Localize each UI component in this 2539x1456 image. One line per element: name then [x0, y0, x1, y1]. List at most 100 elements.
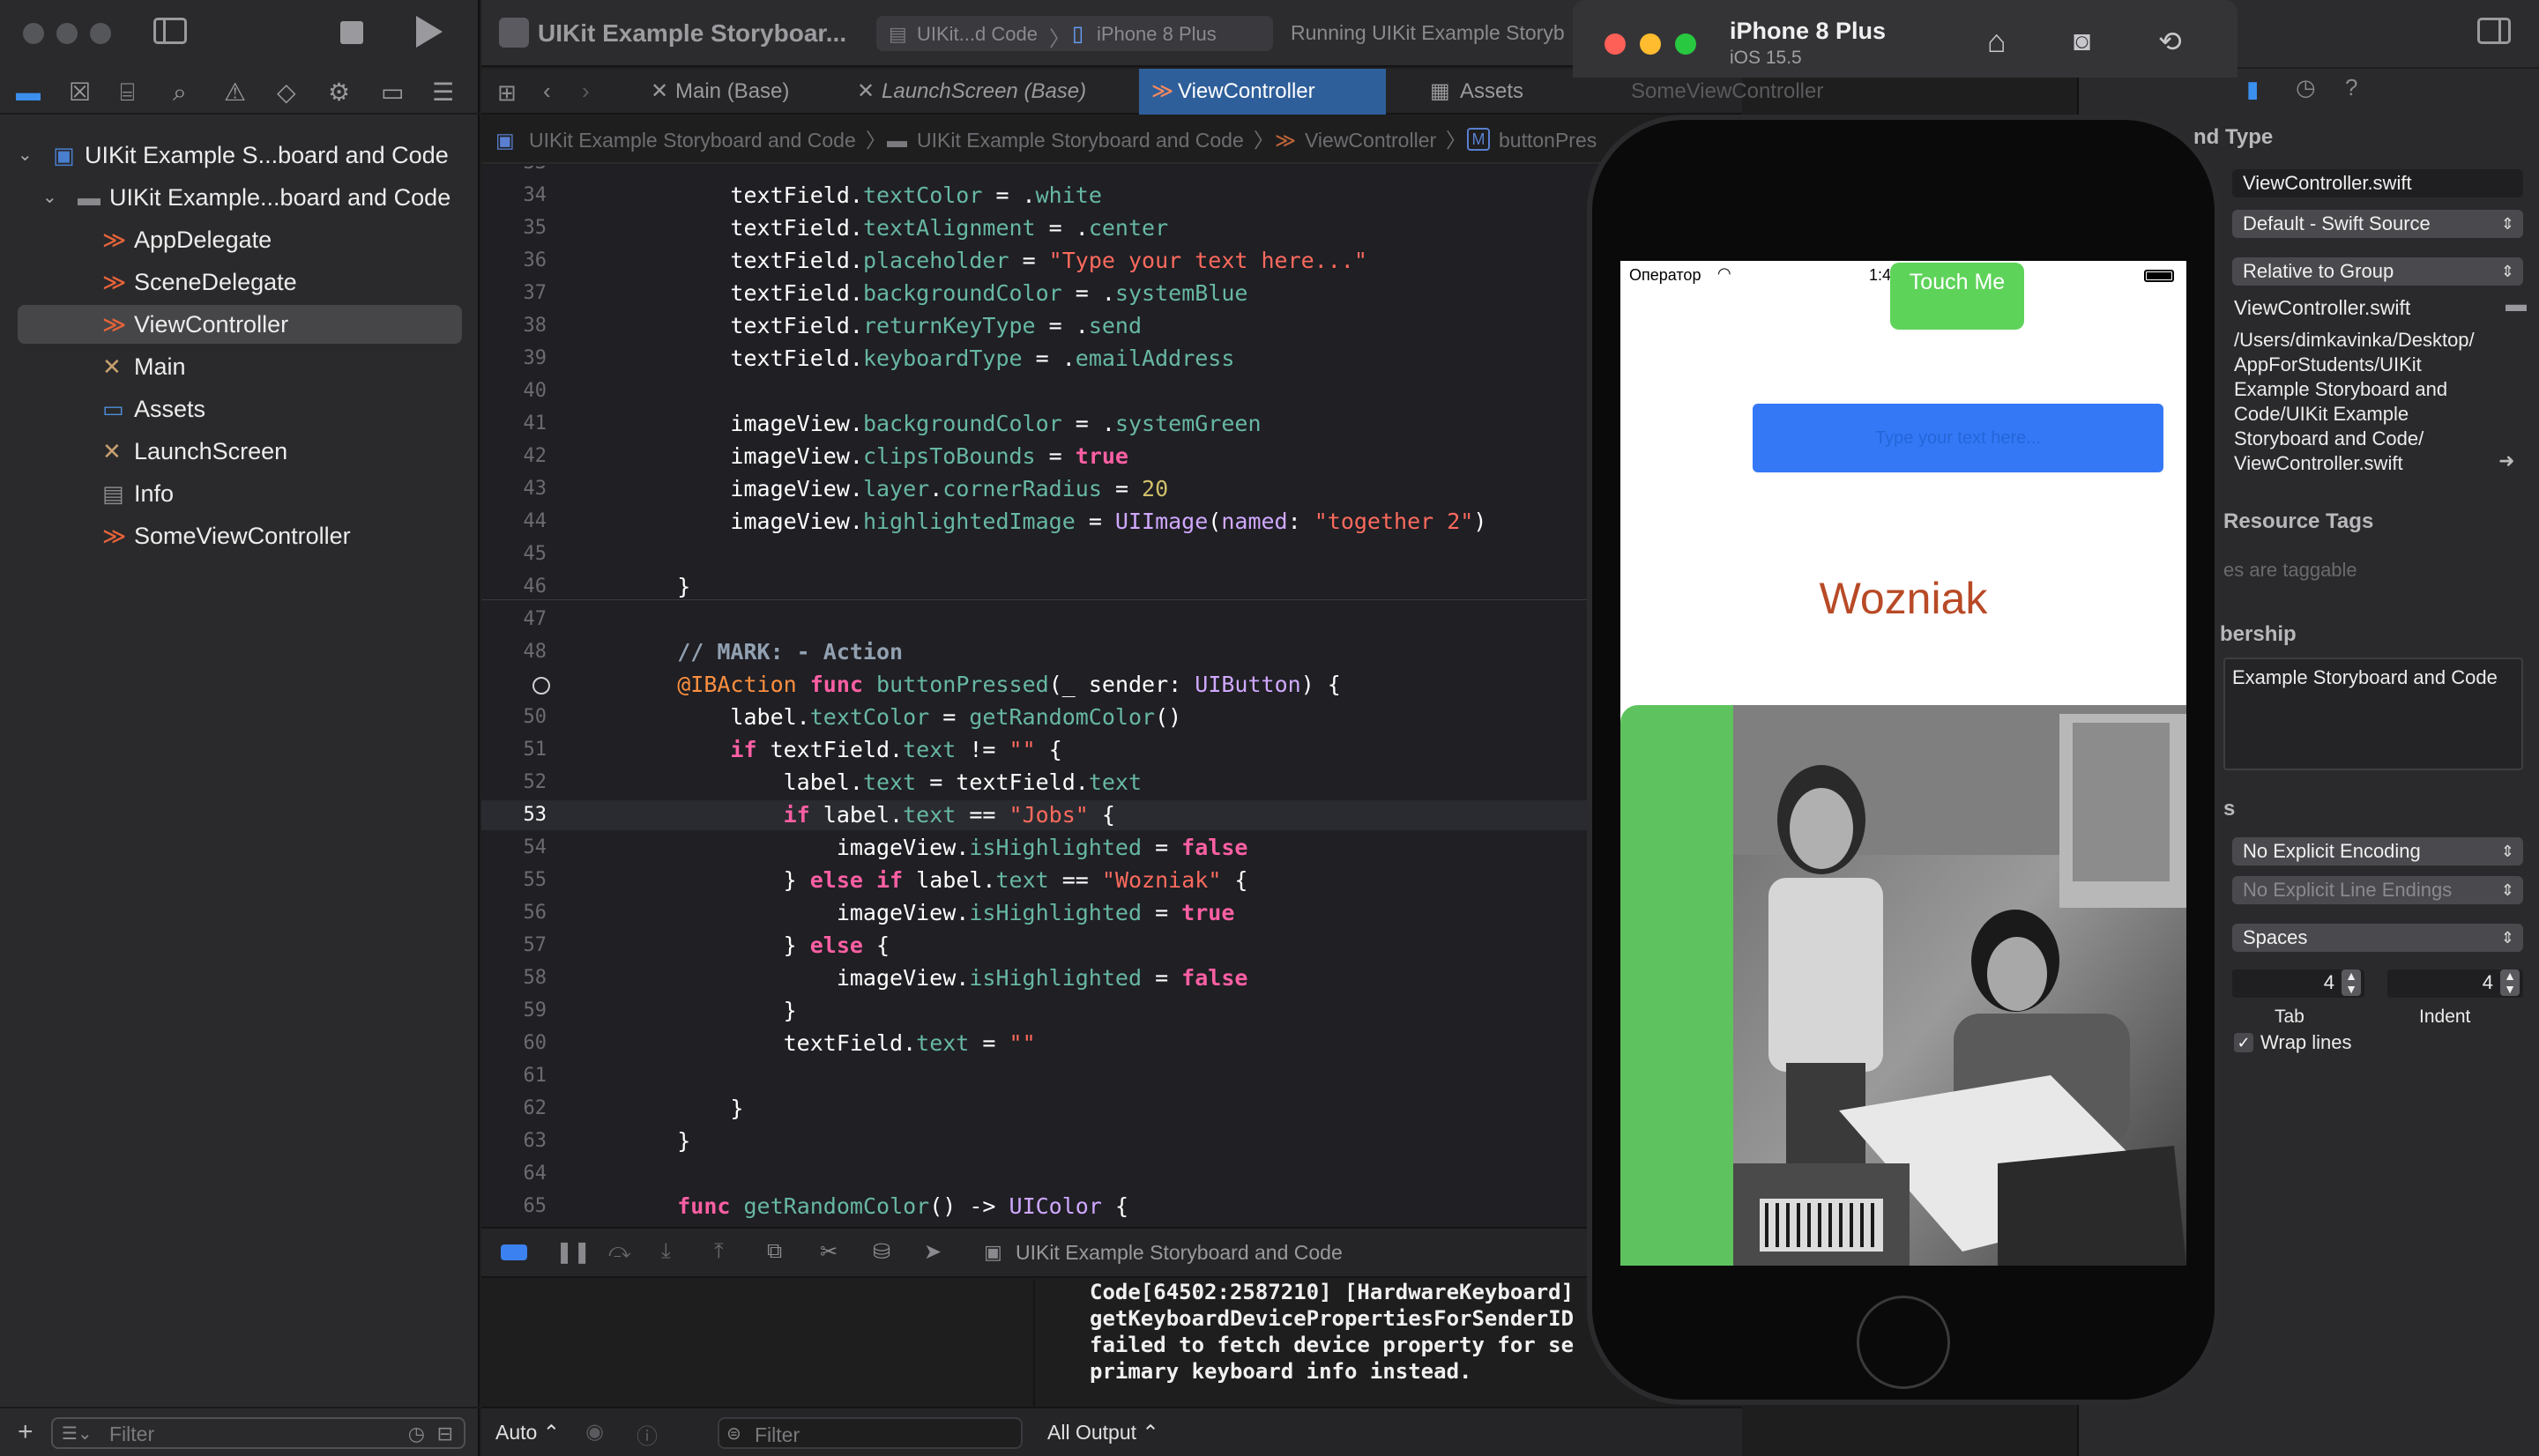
disclosure-chevron-icon[interactable]: ⌄ [42, 178, 57, 217]
line-number[interactable]: 61 [481, 1061, 547, 1091]
code-line[interactable]: 35 textField.textAlignment = .center [481, 213, 1742, 243]
line-number[interactable]: 56 [481, 898, 547, 928]
line-number[interactable]: 64 [481, 1159, 547, 1189]
console-output-select[interactable]: All Output ⌃ [1047, 1421, 1159, 1445]
scheme-selector[interactable]: ▤ UIKit...d Code 〉 ▯ iPhone 8 Plus [876, 16, 1273, 51]
line-number[interactable]: 43 [481, 474, 547, 504]
hide-debug-area-icon[interactable] [501, 1244, 527, 1260]
code-line[interactable]: 54 imageView.isHighlighted = false [481, 833, 1742, 863]
line-number[interactable]: 54 [481, 833, 547, 863]
tab-stepper[interactable]: ▲ ▼ [2342, 969, 2361, 996]
line-number[interactable]: 44 [481, 507, 547, 537]
sidebar-toggle-icon[interactable] [153, 18, 187, 44]
symbol-navigator-icon[interactable]: ⌸ [120, 79, 135, 106]
code-line[interactable]: 62 } [481, 1094, 1742, 1124]
zoom-window-button[interactable] [90, 23, 111, 44]
line-number[interactable]: 38 [481, 311, 547, 341]
home-icon[interactable]: ⌂ [1987, 23, 2007, 60]
close-icon[interactable]: ✕ [857, 69, 875, 115]
tab-viewcontroller[interactable]: ≫ ViewController [1139, 69, 1386, 115]
history-inspector-icon[interactable]: ◷ [2296, 74, 2316, 101]
close-window-button[interactable] [1605, 33, 1626, 55]
tree-item[interactable]: ⌄ ▣ UIKit Example S...board and Code [0, 136, 480, 175]
tree-item[interactable]: ≫ AppDelegate [0, 220, 480, 259]
code-line[interactable]: 40 [481, 376, 1742, 406]
tree-item[interactable]: ≫ SomeViewController [0, 516, 480, 555]
connection-indicator-icon[interactable] [532, 677, 550, 695]
line-number[interactable]: 62 [481, 1094, 547, 1124]
rotate-icon[interactable]: ⟲ [2158, 25, 2182, 58]
navigator-filter-field[interactable]: ☰⌄ Filter ◷ ⊟ [51, 1417, 465, 1449]
code-line[interactable]: 53 if label.text == "Jobs" { [481, 800, 1742, 830]
line-number[interactable]: 40 [481, 376, 547, 406]
source-control-icon[interactable]: ☒ [69, 79, 91, 106]
line-number[interactable]: 35 [481, 213, 547, 243]
line-number[interactable]: 45 [481, 539, 547, 569]
location-icon[interactable]: ➤ [924, 1239, 942, 1265]
test-navigator-icon[interactable]: ◇ [277, 79, 296, 106]
tree-item[interactable]: ⌄ ▬ UIKit Example...board and Code [0, 178, 480, 217]
help-inspector-icon[interactable]: ? [2345, 74, 2357, 101]
code-line[interactable]: 60 textField.text = "" [481, 1029, 1742, 1059]
wrap-lines-checkbox[interactable]: ✓ [2234, 1033, 2253, 1052]
code-line[interactable]: 57 } else { [481, 931, 1742, 961]
source-control-filter-icon[interactable]: ⊟ [437, 1423, 453, 1445]
code-line[interactable]: 51 if textField.text != "" { [481, 735, 1742, 765]
info-icon[interactable]: ⓘ [637, 1419, 658, 1450]
code-line[interactable]: 48 // MARK: - Action [481, 637, 1742, 667]
code-line[interactable]: 50 label.textColor = getRandomColor() [481, 702, 1742, 732]
code-line[interactable]: 44 imageView.highlightedImage = UIImage(… [481, 507, 1742, 537]
back-icon[interactable]: ‹ [543, 78, 551, 105]
breadcrumb-project[interactable]: UIKit Example Storyboard and Code [529, 116, 856, 164]
environment-icon[interactable]: ⛁ [873, 1239, 890, 1265]
reveal-arrow-icon[interactable]: ➜ [2498, 449, 2514, 472]
inspector-toggle-icon[interactable] [2477, 18, 2511, 44]
code-line[interactable]: 43 imageView.layer.cornerRadius = 20 [481, 474, 1742, 504]
add-icon[interactable]: + [18, 1417, 34, 1447]
file-inspector-icon[interactable]: ▮ [2246, 76, 2259, 103]
name-field[interactable]: ViewController.swift [2232, 169, 2523, 197]
grid-icon[interactable]: ⊞ [497, 79, 517, 107]
breadcrumb-method[interactable]: buttonPres [1499, 116, 1597, 164]
variables-scope-select[interactable]: Auto ⌃ [495, 1421, 560, 1445]
minimize-window-button[interactable] [1640, 33, 1661, 55]
code-line[interactable]: 37 textField.backgroundColor = .systemBl… [481, 279, 1742, 308]
tree-item[interactable]: ≫ ViewController [18, 305, 462, 344]
line-number[interactable]: 34 [481, 181, 547, 211]
line-number[interactable]: 37 [481, 279, 547, 308]
target-membership-list[interactable]: Example Storyboard and Code [2223, 657, 2523, 770]
line-number[interactable]: 41 [481, 409, 547, 439]
line-number[interactable]: 46 [481, 572, 547, 602]
indent-width-field[interactable]: 4 ▲ ▼ [2387, 969, 2523, 998]
project-navigator-icon[interactable]: ▬ [16, 79, 41, 106]
line-number[interactable]: 51 [481, 735, 547, 765]
line-number[interactable]: 33 [481, 166, 547, 178]
issue-navigator-icon[interactable]: ⚠ [224, 79, 246, 106]
line-endings-select[interactable]: No Explicit Line Endings ⇕ [2232, 876, 2523, 904]
line-number[interactable]: 57 [481, 931, 547, 961]
tree-item[interactable]: ▤ Info [0, 474, 480, 513]
debug-navigator-icon[interactable]: ⚙ [328, 79, 350, 106]
line-number[interactable]: 42 [481, 442, 547, 472]
location-select[interactable]: Relative to Group ⇕ [2232, 257, 2523, 286]
indent-stepper[interactable]: ▲ ▼ [2500, 969, 2520, 996]
tree-item[interactable]: ✕ LaunchScreen [0, 432, 480, 471]
code-line[interactable]: 34 textField.textColor = .white [481, 181, 1742, 211]
screenshot-icon[interactable]: ◙ [2074, 25, 2090, 57]
line-number[interactable]: 53 [481, 800, 547, 830]
code-line[interactable]: 39 textField.keyboardType = .emailAddres… [481, 344, 1742, 374]
text-field[interactable]: Type your text here... [1753, 404, 2163, 472]
tree-item[interactable]: ✕ Main [0, 347, 480, 386]
console-filter-field[interactable] [1629, 1417, 1742, 1449]
step-out-icon[interactable]: ⤒ [714, 1239, 724, 1264]
code-line[interactable]: 63 } [481, 1126, 1742, 1156]
recent-files-icon[interactable]: ◷ [408, 1423, 425, 1445]
line-number[interactable]: 50 [481, 702, 547, 732]
code-line[interactable]: 46 } [481, 572, 1742, 602]
code-line[interactable]: 45 [481, 539, 1742, 569]
report-navigator-icon[interactable]: ☰ [432, 79, 454, 106]
code-line[interactable]: 64 [481, 1159, 1742, 1189]
tab-width-field[interactable]: 4 ▲ ▼ [2232, 969, 2364, 998]
line-number[interactable]: 59 [481, 996, 547, 1026]
touch-me-button[interactable]: Touch Me [1890, 263, 2024, 330]
